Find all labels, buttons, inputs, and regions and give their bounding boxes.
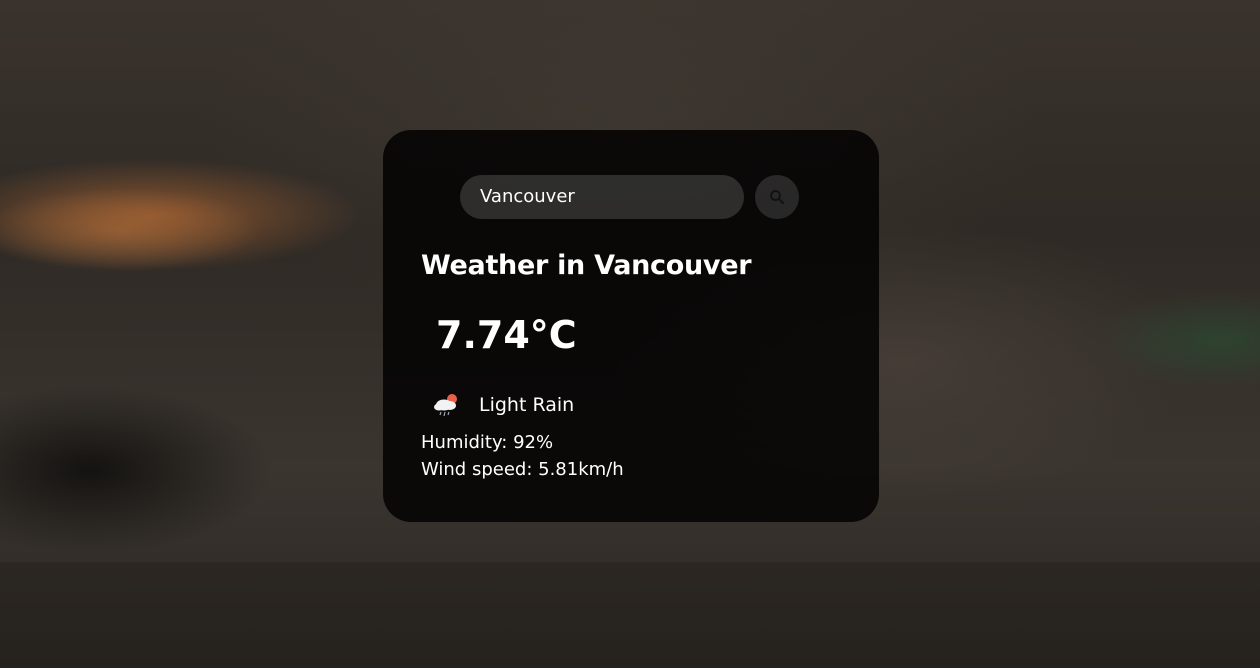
condition-label: Light Rain	[479, 394, 575, 416]
wind-speed-label: Wind speed: 5.81km/h	[421, 459, 624, 480]
condition-row: Light Rain	[431, 392, 574, 418]
background-photo	[0, 562, 1260, 668]
search-icon	[770, 190, 784, 204]
search-button[interactable]	[755, 175, 799, 219]
search-input[interactable]	[460, 175, 744, 219]
weather-card: Weather in Vancouver 7.74°C Light Rain H…	[383, 130, 879, 522]
humidity-label: Humidity: 92%	[421, 432, 554, 453]
rain-cloud-icon	[434, 394, 457, 417]
temperature: 7.74°C	[436, 313, 577, 357]
search-bar	[460, 175, 799, 219]
weather-title: Weather in Vancouver	[421, 250, 752, 281]
